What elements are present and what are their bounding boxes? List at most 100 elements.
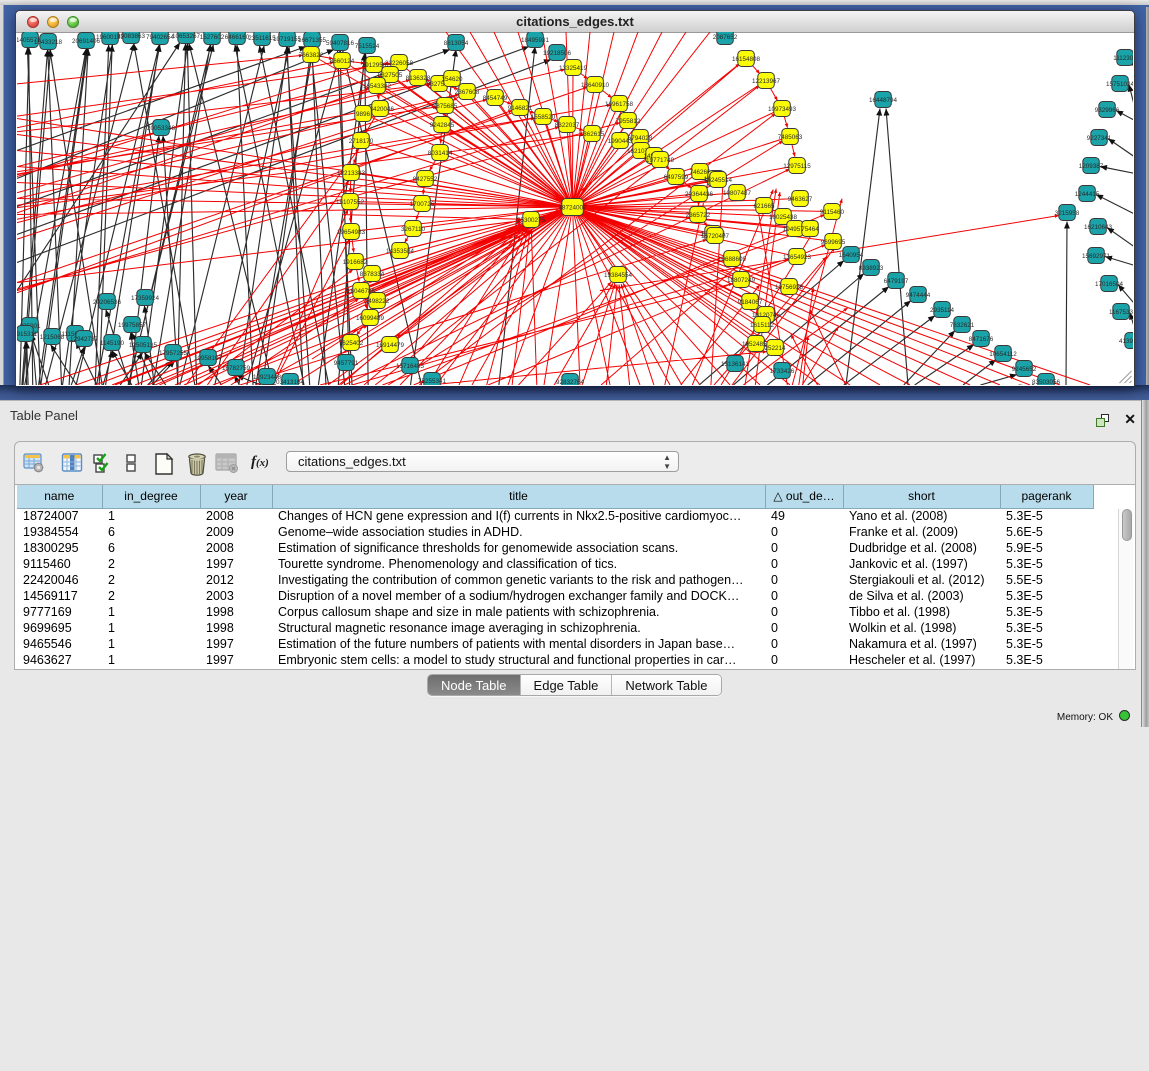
svg-text:10653267: 10653267: [172, 32, 201, 39]
svg-text:2935114: 2935114: [930, 306, 955, 313]
svg-text:20053346: 20053346: [147, 124, 176, 131]
svg-text:16914479: 16914479: [376, 341, 405, 348]
svg-text:1362615: 1362615: [580, 130, 605, 137]
svg-text:1615112: 1615112: [750, 321, 775, 328]
svg-text:1209387: 1209387: [1079, 162, 1104, 169]
svg-text:6466160: 6466160: [225, 33, 250, 40]
svg-text:7625402: 7625402: [339, 339, 364, 346]
svg-text:1167533: 1167533: [1109, 308, 1133, 315]
svg-text:7515524: 7515524: [355, 42, 380, 49]
svg-text:8471676: 8471676: [969, 335, 994, 342]
svg-text:13654923: 13654923: [783, 253, 812, 260]
svg-text:12213967: 12213967: [752, 77, 781, 84]
svg-text:3875685: 3875685: [433, 102, 458, 109]
svg-text:18495931: 18495931: [521, 36, 550, 43]
svg-text:7485063: 7485063: [778, 133, 803, 140]
svg-text:8660124: 8660124: [330, 57, 355, 64]
svg-text:10756928: 10756928: [775, 283, 804, 290]
svg-text:83503056: 83503056: [1032, 378, 1061, 384]
svg-text:6479197: 6479197: [884, 277, 909, 284]
svg-text:6497599: 6497599: [664, 173, 689, 180]
svg-text:16099489: 16099489: [356, 314, 385, 321]
svg-text:1558520: 1558520: [531, 113, 556, 120]
svg-text:14353584: 14353584: [386, 247, 415, 254]
svg-text:1527602: 1527602: [200, 33, 225, 40]
svg-text:23226058: 23226058: [385, 59, 414, 66]
svg-text:7632621: 7632621: [950, 321, 975, 328]
svg-text:92832764: 92832764: [556, 378, 585, 384]
svg-text:10958107: 10958107: [194, 354, 223, 361]
svg-text:16245514: 16245514: [704, 176, 733, 183]
svg-text:2367608: 2367608: [455, 88, 480, 95]
svg-text:621665: 621665: [753, 202, 775, 209]
svg-text:16961758: 16961758: [605, 100, 634, 107]
svg-text:8427552: 8427552: [413, 175, 438, 182]
svg-text:8813054: 8813054: [444, 39, 469, 46]
svg-text:9329966: 9329966: [1095, 106, 1120, 113]
svg-text:8938923: 8938923: [859, 264, 884, 271]
svg-text:19975857: 19975857: [118, 321, 147, 328]
svg-text:9245652: 9245652: [1012, 365, 1037, 372]
svg-text:9699695: 9699695: [821, 238, 846, 245]
svg-text:2087652: 2087652: [713, 33, 738, 40]
svg-text:9896: 9896: [356, 110, 371, 117]
svg-text:12975115: 12975115: [783, 162, 811, 169]
svg-text:16543382: 16543382: [363, 82, 392, 89]
svg-text:16671355: 16671355: [298, 36, 327, 43]
svg-text:9184067: 9184067: [738, 298, 763, 305]
svg-text:3215958: 3215958: [1055, 209, 1080, 216]
svg-text:15720407: 15720407: [701, 232, 730, 239]
svg-text:16154808: 16154808: [732, 55, 761, 62]
svg-text:20206536: 20206536: [93, 298, 122, 305]
svg-text:15136141: 15136141: [721, 360, 750, 367]
svg-text:12505135: 12505135: [129, 341, 158, 348]
svg-text:1733426: 1733426: [770, 367, 795, 374]
svg-text:20364436: 20364436: [685, 190, 714, 197]
svg-text:59407816: 59407816: [326, 39, 355, 46]
svg-text:2718170: 2718170: [349, 137, 374, 144]
svg-text:12942737: 12942737: [70, 335, 99, 342]
svg-text:9457791: 9457791: [334, 359, 359, 366]
svg-text:5498222: 5498222: [365, 297, 390, 304]
svg-text:3915311: 3915311: [17, 330, 38, 337]
svg-text:10807487: 10807487: [723, 189, 752, 196]
svg-text:16210643: 16210643: [1084, 223, 1113, 230]
svg-text:9115460: 9115460: [820, 208, 845, 215]
svg-text:7663822: 7663822: [299, 51, 324, 58]
svg-text:2365722: 2365722: [686, 211, 711, 218]
svg-text:154620: 154620: [441, 75, 463, 82]
svg-text:10973493: 10973493: [768, 105, 797, 112]
svg-text:16448794: 16448794: [869, 96, 898, 103]
svg-text:13325419: 13325419: [559, 64, 588, 71]
svg-text:79402654: 79402654: [146, 33, 175, 40]
svg-text:1244415: 1244415: [1075, 190, 1100, 197]
svg-text:8454749: 8454749: [483, 94, 508, 101]
svg-text:9146821: 9146821: [508, 104, 533, 111]
svg-text:18640910: 18640910: [581, 81, 610, 88]
svg-text:1145190: 1145190: [100, 339, 125, 346]
svg-text:252214: 252214: [764, 344, 786, 351]
svg-text:75255341: 75255341: [418, 377, 447, 384]
svg-text:41395376: 41395376: [1119, 337, 1133, 344]
svg-text:18724007: 18724007: [558, 204, 587, 211]
svg-text:8878334: 8878334: [360, 270, 385, 277]
svg-text:9242845: 9242845: [430, 121, 455, 128]
svg-text:3267110: 3267110: [401, 225, 426, 232]
svg-text:16107552: 16107552: [336, 198, 365, 205]
svg-text:15716485: 15716485: [396, 362, 425, 369]
svg-text:1112304: 1112304: [1113, 54, 1133, 61]
svg-text:9227341: 9227341: [1087, 134, 1112, 141]
svg-text:15692971: 15692971: [1082, 252, 1111, 259]
svg-text:75464: 75464: [801, 225, 819, 232]
svg-text:15751024: 15751024: [1106, 80, 1133, 87]
svg-text:16782759: 16782759: [222, 364, 251, 371]
svg-text:17359924: 17359924: [131, 294, 160, 301]
svg-text:19218506: 19218506: [543, 49, 572, 56]
svg-text:1916682: 1916682: [343, 258, 368, 265]
svg-text:8031414: 8031414: [428, 149, 453, 156]
svg-text:10433218: 10433218: [34, 38, 63, 45]
svg-text:1700726: 1700726: [410, 200, 435, 207]
svg-text:10025438: 10025438: [769, 213, 798, 220]
svg-text:10688609: 10688609: [718, 255, 747, 262]
svg-text:7955812: 7955812: [616, 117, 641, 124]
